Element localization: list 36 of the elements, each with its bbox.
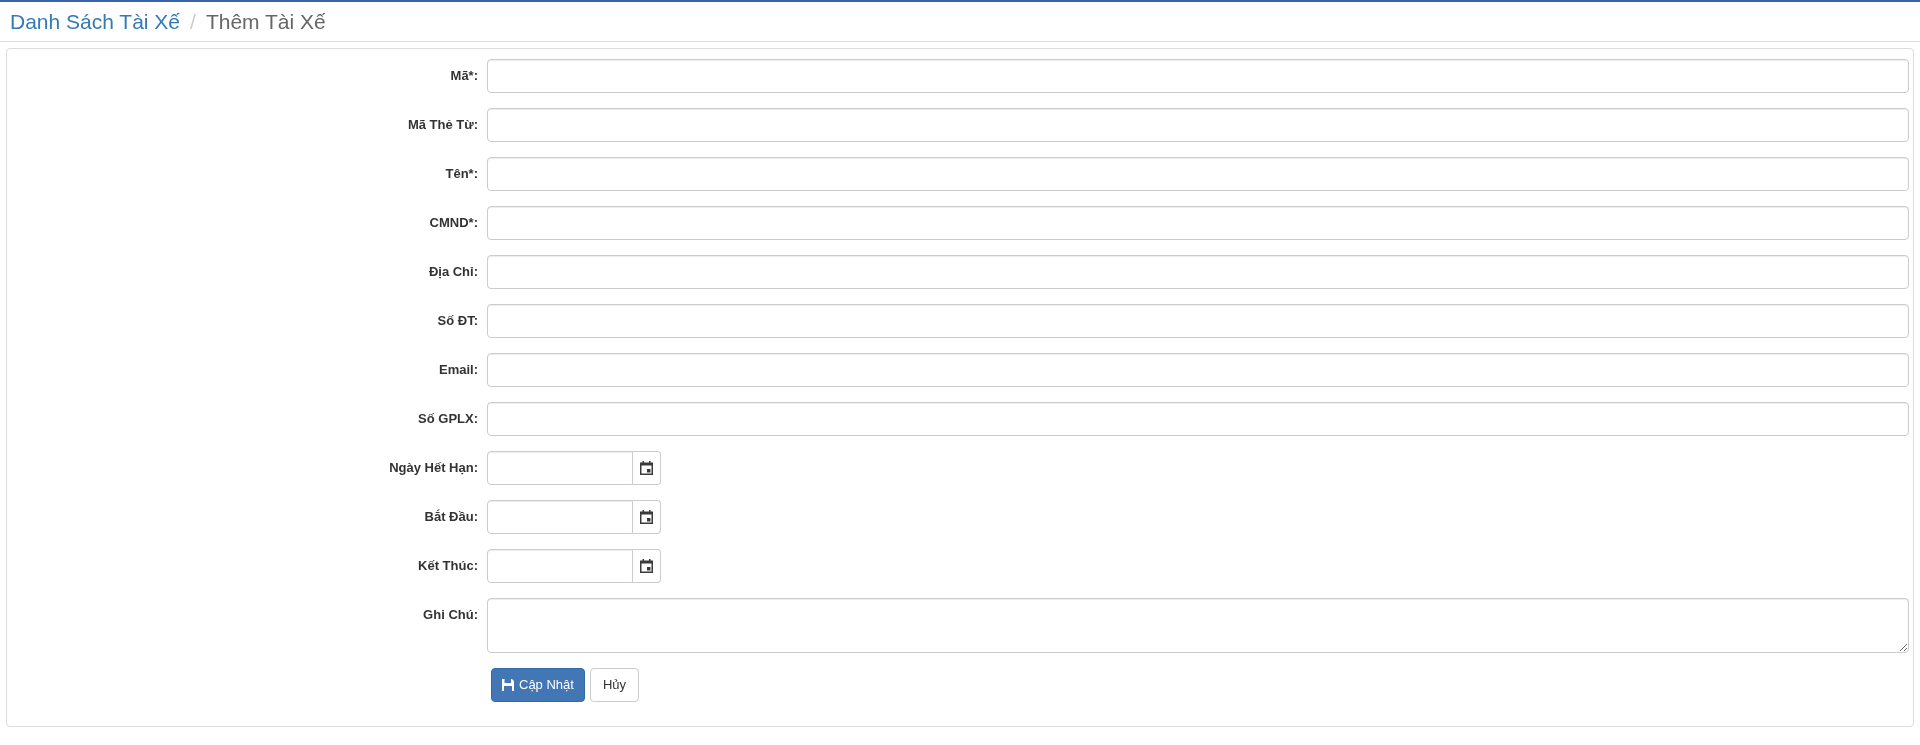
field-label: Số GPLX:: [418, 410, 478, 428]
field-label: Email:: [439, 361, 478, 379]
breadcrumb-separator: /: [189, 8, 197, 35]
breadcrumb-current: Thêm Tài Xế: [205, 8, 326, 35]
field-label: CMND*:: [429, 214, 478, 232]
calendar-icon: [640, 510, 653, 524]
calendar-icon: [640, 461, 653, 475]
date-picker-button[interactable]: [633, 451, 661, 485]
date-picker-button[interactable]: [633, 549, 661, 583]
date-input[interactable]: [487, 500, 633, 534]
text-input[interactable]: [487, 304, 1909, 338]
cancel-button[interactable]: Hủy: [589, 668, 640, 702]
field-label: Số ĐT:: [437, 312, 478, 330]
field-label: Địa Chỉ:: [428, 263, 478, 281]
update-button[interactable]: Cập Nhật: [491, 668, 585, 702]
field-label: Mã*:: [450, 67, 478, 85]
date-input[interactable]: [487, 549, 633, 583]
text-input[interactable]: [487, 353, 1909, 387]
calendar-icon: [640, 559, 653, 573]
save-icon: [502, 679, 514, 691]
field-label: Ngày Hết Hạn:: [389, 459, 478, 477]
text-input[interactable]: [487, 402, 1909, 436]
field-label: Tên*:: [445, 165, 478, 183]
notes-textarea[interactable]: [487, 598, 1909, 653]
text-input[interactable]: [487, 255, 1909, 289]
field-label: Bắt Đầu:: [424, 508, 478, 526]
field-label: Mã Thẻ Từ:: [407, 116, 478, 134]
date-picker-button[interactable]: [633, 500, 661, 534]
text-input[interactable]: [487, 108, 1909, 142]
date-input[interactable]: [487, 451, 633, 485]
field-label: Ghi Chú:: [423, 606, 478, 624]
text-input[interactable]: [487, 206, 1909, 240]
text-input[interactable]: [487, 59, 1909, 93]
field-label: Kết Thúc:: [418, 557, 478, 575]
text-input[interactable]: [487, 157, 1909, 191]
breadcrumb-link[interactable]: Danh Sách Tài Xế: [10, 5, 181, 38]
